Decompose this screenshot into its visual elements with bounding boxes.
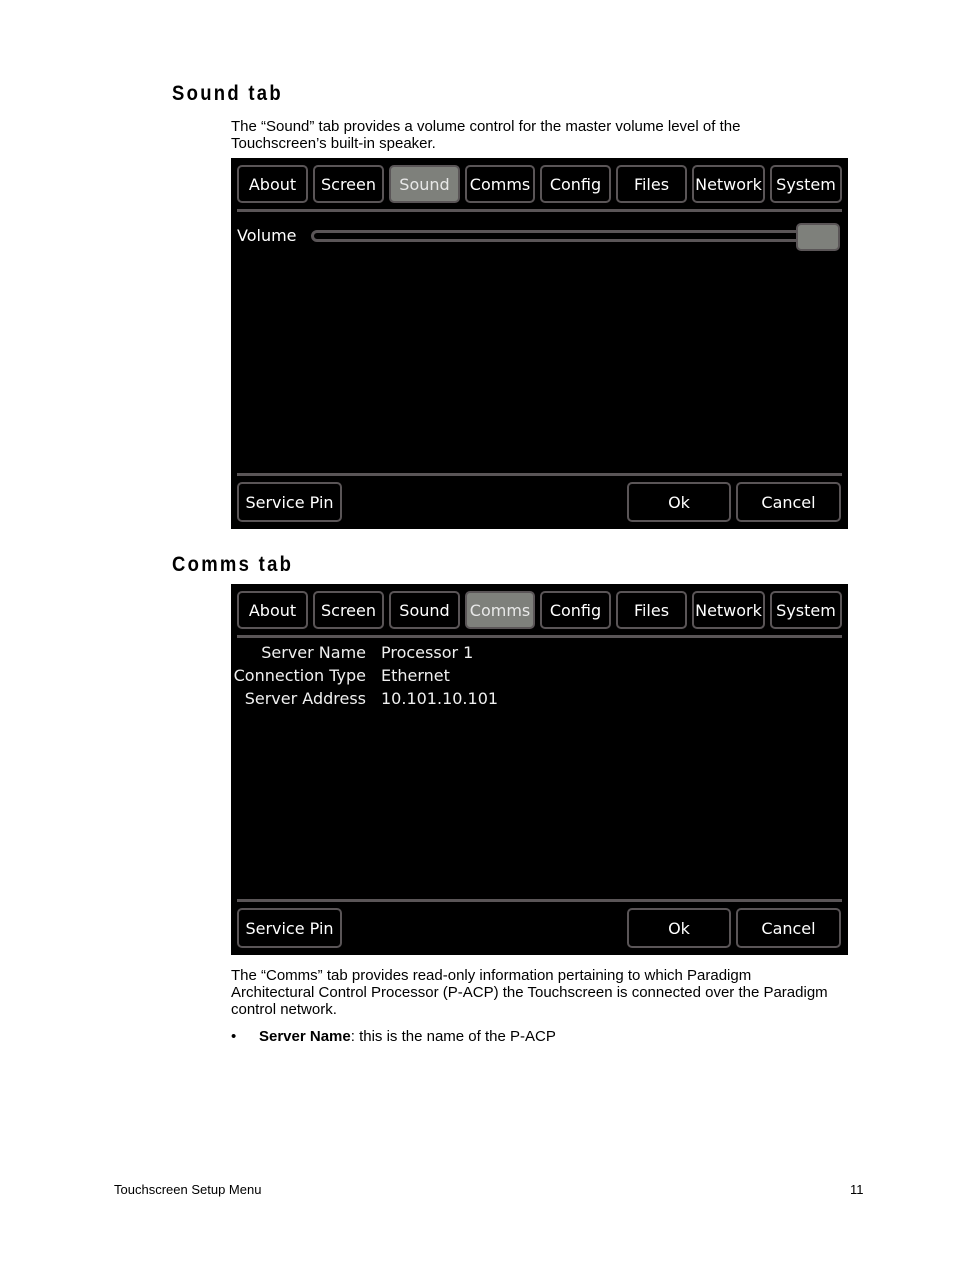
- server-name-label: Server Name: [261, 643, 366, 662]
- bullet-item-server-name: • Server Name: this is the name of the P…: [231, 1028, 556, 1045]
- volume-slider-thumb[interactable]: [796, 223, 840, 251]
- cancel-button[interactable]: Cancel: [736, 908, 841, 948]
- ok-button[interactable]: Ok: [627, 908, 731, 948]
- comms-description-line: Architectural Control Processor (P-ACP) …: [231, 984, 828, 1001]
- comms-description: The “Comms” tab provides read-only infor…: [231, 967, 871, 1018]
- tab-config[interactable]: Config: [540, 165, 611, 203]
- tab-config[interactable]: Config: [540, 591, 611, 629]
- sound-description-line: Touchscreen’s built-in speaker.: [231, 135, 436, 152]
- tab-comms[interactable]: Comms: [465, 591, 535, 629]
- bullet-term: Server Name: [259, 1028, 351, 1045]
- sound-description: The “Sound” tab provides a volume contro…: [231, 118, 871, 152]
- tab-divider: [237, 209, 842, 212]
- comms-description-line: The “Comms” tab provides read-only infor…: [231, 967, 752, 984]
- info-row-connection-type: Connection Type Ethernet: [231, 666, 848, 686]
- service-pin-button[interactable]: Service Pin: [237, 482, 342, 522]
- volume-label: Volume: [237, 226, 297, 245]
- tab-screen[interactable]: Screen: [313, 165, 384, 203]
- tab-files[interactable]: Files: [616, 165, 687, 203]
- footer-divider: [237, 899, 842, 902]
- info-row-server-address: Server Address 10.101.10.101: [231, 689, 848, 709]
- tab-system[interactable]: System: [770, 165, 842, 203]
- sound-description-line: The “Sound” tab provides a volume contro…: [231, 118, 741, 135]
- comms-tab-heading: Comms tab: [172, 553, 294, 576]
- server-address-label: Server Address: [244, 689, 366, 708]
- tab-divider: [237, 635, 842, 638]
- bullet-icon: •: [231, 1028, 237, 1045]
- tab-system[interactable]: System: [770, 591, 842, 629]
- tab-network[interactable]: Network: [692, 165, 765, 203]
- tab-comms[interactable]: Comms: [465, 165, 535, 203]
- tab-network[interactable]: Network: [692, 591, 765, 629]
- connection-type-value: Ethernet: [381, 666, 450, 685]
- tab-about[interactable]: About: [237, 591, 308, 629]
- ok-button[interactable]: Ok: [627, 482, 731, 522]
- bullet-text: : this is the name of the P-ACP: [350, 1028, 556, 1045]
- tab-bar: About Screen Sound Comms Config Files Ne…: [237, 165, 843, 207]
- comms-description-line: control network.: [231, 1001, 337, 1018]
- volume-slider-track[interactable]: [311, 230, 811, 242]
- server-name-value: Processor 1: [381, 643, 474, 662]
- tab-sound[interactable]: Sound: [389, 165, 460, 203]
- tab-bar: About Screen Sound Comms Config Files Ne…: [237, 591, 843, 633]
- tab-screen[interactable]: Screen: [313, 591, 384, 629]
- service-pin-button[interactable]: Service Pin: [237, 908, 342, 948]
- footer-title: Touchscreen Setup Menu: [114, 1182, 262, 1197]
- tab-sound[interactable]: Sound: [389, 591, 460, 629]
- tab-files[interactable]: Files: [616, 591, 687, 629]
- footer-divider: [237, 473, 842, 476]
- server-address-value: 10.101.10.101: [381, 689, 499, 708]
- sound-tab-heading: Sound tab: [172, 82, 283, 105]
- sound-tab-screenshot: About Screen Sound Comms Config Files Ne…: [231, 158, 848, 529]
- cancel-button[interactable]: Cancel: [736, 482, 841, 522]
- info-row-server-name: Server Name Processor 1: [231, 643, 848, 663]
- comms-tab-screenshot: About Screen Sound Comms Config Files Ne…: [231, 584, 848, 955]
- page-number: 11: [850, 1182, 864, 1197]
- connection-type-label: Connection Type: [233, 666, 366, 685]
- tab-about[interactable]: About: [237, 165, 308, 203]
